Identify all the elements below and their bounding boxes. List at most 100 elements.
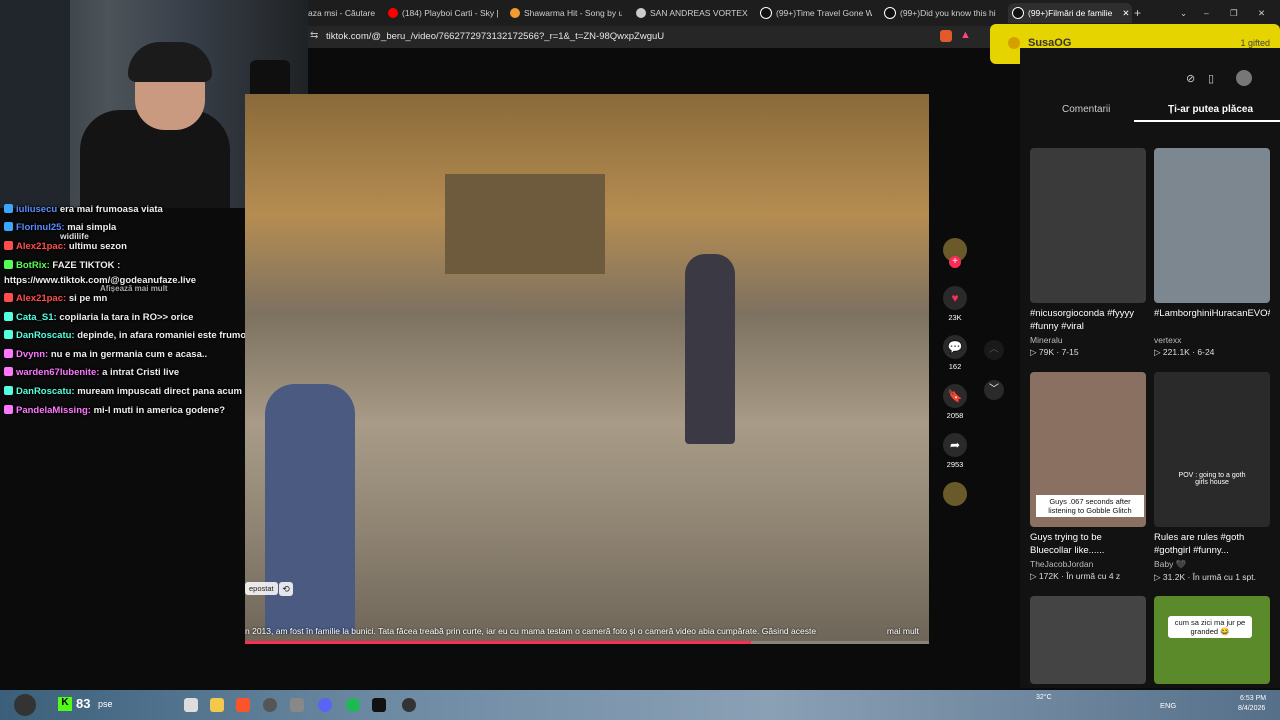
chat-message: DanRoscatu: depinde, in afara romaniei e… [4,330,251,341]
app-icon[interactable] [290,698,304,712]
show-more-link[interactable]: Afișează mai mult [100,284,168,293]
previous-video-icon[interactable]: ︿ [984,340,1004,360]
suggested-video-card[interactable]: Guys .067 seconds after listening to Gob… [1030,372,1146,582]
video-thumbnail [1154,148,1270,303]
file-explorer-icon[interactable] [210,698,224,712]
video-thumbnail [1030,148,1146,303]
sound-disc[interactable] [942,482,968,509]
tiktok-icon [760,7,772,19]
person-figure [685,254,735,444]
chat-user: iuliusecu [16,204,58,215]
chat-message: Dvynn: nu e ma in germania cum e acasa.. [4,349,207,360]
repost-icon[interactable]: ⟲ [279,582,293,596]
card-stats-text: 172K · În urmă cu 4 z [1038,571,1121,581]
clock-date[interactable]: 8/4/2026 [1238,705,1265,712]
chat-text: si pe mn [68,293,108,304]
profile-avatar[interactable] [1236,70,1252,86]
comment-button[interactable]: 💬 162 [942,335,968,371]
spotify-icon[interactable] [346,698,360,712]
suggested-video-card[interactable]: #LamborghiniHuracanEVO#Lamborghini#bar..… [1154,148,1270,358]
tab-active-indicator [1134,120,1280,122]
compass-icon[interactable]: ⊘ [1186,72,1195,85]
minimize-icon[interactable]: – [1204,3,1216,23]
chat-text: FAZE TIKTOK : [52,260,121,271]
device-icon[interactable]: ▯ [1208,72,1214,85]
brave-icon[interactable] [236,698,250,712]
chat-message: PandelaMissing: mi-l muti in america god… [4,405,225,416]
tab-label: (184) Playboi Carti - Sky [Off [402,8,498,18]
gta-icon[interactable] [402,698,416,712]
tab-4[interactable]: (99+)Time Travel Gone Wro [760,3,872,23]
maximize-icon[interactable]: ❐ [1230,3,1242,23]
card-author[interactable]: Mineralu [1030,335,1146,345]
capcut-icon[interactable] [372,698,386,712]
video-thumbnail: Guys .067 seconds after listening to Gob… [1030,372,1146,527]
close-tab-icon[interactable]: ✕ [1122,8,1129,19]
streamer-hair [128,42,212,82]
tab-3[interactable]: SAN ANDREAS VORTEX - C [636,3,748,23]
language-indicator[interactable]: ENG [1160,701,1176,710]
suggested-video-card[interactable]: #nicusorgioconda #fyyyy #funny #viral Mi… [1030,148,1146,358]
card-title: Rules are rules #goth #gothgirl #funny..… [1154,532,1245,556]
author-avatar[interactable]: + [942,238,968,268]
chat-text: depinde, in afara romaniei este frumos [77,330,252,341]
music-disc-icon [943,482,967,506]
chat-text: era mai frumoasa viata [59,204,163,215]
tab-list-icon[interactable]: ⌄ [1180,3,1192,23]
discord-icon[interactable] [318,698,332,712]
chat-message: DanRoscatu: muream impuscati direct pana… [4,386,242,397]
tab-suggested[interactable]: Ți-ar putea plăcea [1168,104,1253,115]
follow-plus-icon[interactable]: + [949,256,961,268]
chat-user: BotRix: [16,260,50,271]
chat-user: DanRoscatu: [16,330,75,341]
tab-0[interactable]: aza msi - Căutare [308,3,378,23]
card-author[interactable]: vertexx [1154,335,1270,345]
card-author[interactable]: Baby 🖤 [1154,559,1270,570]
task-view-icon[interactable] [184,698,198,712]
tab-1[interactable]: (184) Playboi Carti - Sky [Off [388,3,498,23]
brave-shield-icon[interactable] [940,30,952,42]
site-settings-icon[interactable]: ⇆ [310,30,318,41]
video-player[interactable]: epostat ⟲ n 2013, am fost în familie la … [245,94,929,644]
chat-user: Alex21pac: [16,241,67,252]
suggested-video-card[interactable]: cum sa zici ma jur pe granded 😂 [1154,596,1270,684]
close-window-icon[interactable]: ✕ [1258,3,1270,23]
chat-user: DanRoscatu: [16,386,75,397]
video-progress[interactable] [245,641,929,644]
tab-5[interactable]: (99+)Did you know this hidd [884,3,996,23]
tab-comments[interactable]: Comentarii [1062,104,1110,115]
tiktok-icon [1012,7,1024,19]
heart-icon: ♥ [943,286,967,310]
tab-label: Shawarma Hit - Song by uso [524,8,622,18]
obs-icon[interactable] [263,698,277,712]
like-button[interactable]: ♥ 23K [942,286,968,322]
card-title: #LamborghiniHuracanEVO#Lamborghini#bar..… [1154,308,1270,319]
chat-user: Cata_S1: [16,312,57,323]
share-button[interactable]: ➦ 2953 [942,433,968,469]
window-frame [0,0,70,208]
caption-text: n 2013, am fost în familie la bunici. Ta… [245,626,817,636]
chat-text: ultimu sezon [68,241,127,252]
reposted-label: epostat [245,582,278,595]
card-stats: ▷ 31.2K · În urmă cu 1 spt. [1154,572,1256,582]
card-stats: ▷ 79K · 7-15 [1030,347,1079,357]
url-field[interactable]: tiktok.com/@_beru_/video/766277297313217… [326,31,664,42]
next-video-icon[interactable]: ﹀ [984,380,1004,400]
thumbnail-overlay-text: POV : going to a goth girls house [1178,472,1246,486]
card-author[interactable]: TheJacobJordan [1030,559,1146,569]
save-button[interactable]: 🔖 2058 [942,384,968,420]
chat-text: a intrat Cristi live [102,367,180,378]
suggested-video-card[interactable]: POV : going to a goth girls house Rules … [1154,372,1270,583]
weather-text[interactable]: 32°C [1036,694,1052,701]
tab-2[interactable]: Shawarma Hit - Song by uso [510,3,622,23]
taskbar: K 83 pse 32°C ENG 6:53 PM 8/4/2026 [0,690,1280,720]
caption-more-link[interactable]: mai mult [887,626,919,636]
clock-time[interactable]: 6:53 PM [1240,695,1266,702]
suggested-video-card[interactable] [1030,596,1146,684]
new-tab-icon[interactable]: + [1134,3,1148,23]
tab-6-active[interactable]: (99+)Filmări de familie ✕ [1008,3,1132,23]
chat-text: muream impuscati direct pana acum [77,386,242,397]
rewards-icon[interactable]: ▲ [960,29,971,41]
chat-message: BotRix: FAZE TIKTOK : [4,260,120,271]
video-thumbnail: POV : going to a goth girls house [1154,372,1270,527]
